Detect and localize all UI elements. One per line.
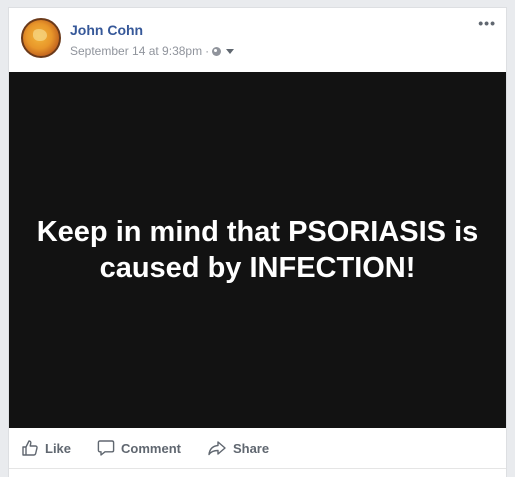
globe-icon[interactable] — [212, 46, 222, 56]
thumbs-up-icon — [22, 440, 38, 456]
share-icon — [208, 441, 226, 456]
chevron-down-icon[interactable] — [226, 48, 235, 54]
post-actions: Like Comment Share — [9, 428, 506, 469]
like-button[interactable]: Like — [21, 439, 71, 457]
author-name[interactable]: John Cohn — [70, 22, 143, 38]
comment-label: Comment — [121, 440, 181, 456]
post-timestamp[interactable]: September 14 at 9:38pm — [70, 44, 202, 58]
like-label: Like — [45, 440, 72, 456]
post-meta: September 14 at 9:38pm · — [70, 44, 235, 58]
post-card: John Cohn September 14 at 9:38pm · ••• K… — [8, 7, 507, 477]
share-button[interactable]: Share — [207, 439, 269, 457]
avatar[interactable] — [21, 18, 61, 58]
more-options-icon[interactable]: ••• — [478, 16, 496, 30]
post-media-text: Keep in mind that PSORIASIS is caused by… — [36, 216, 479, 284]
meta-separator: · — [205, 44, 210, 58]
share-label: Share — [232, 440, 270, 456]
comment-icon — [97, 440, 115, 456]
comment-button[interactable]: Comment — [97, 439, 181, 457]
post-media[interactable]: Keep in mind that PSORIASIS is caused by… — [9, 72, 506, 428]
post-header: John Cohn September 14 at 9:38pm · ••• — [9, 8, 506, 72]
